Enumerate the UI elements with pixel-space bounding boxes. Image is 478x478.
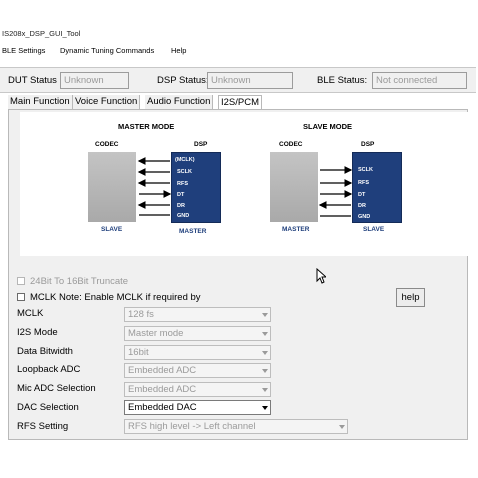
mclk-select[interactable]: 128 fs [124,307,271,322]
loopback-adc-select[interactable]: Embedded ADC [124,363,271,378]
menu-help[interactable]: Help [171,46,186,55]
master-codec-role: SLAVE [101,226,123,233]
mclk-field-label: MCLK [17,308,44,319]
truncate-label: 24Bit To 16Bit Truncate [30,276,129,287]
mouse-cursor-icon [316,268,326,284]
master-arrows [137,157,172,216]
slave-signal-sclk: SCLK [358,167,373,173]
mic-adc-label: Mic ADC Selection [17,383,96,394]
mic-adc-value: Embedded ADC [128,384,197,395]
dut-status-label: DUT Status [8,75,57,86]
slave-codec-role: MASTER [282,226,310,233]
slave-codec-block [270,152,318,222]
chevron-down-icon [339,425,345,429]
tab-main-function[interactable]: Main Function [8,95,73,109]
master-signal-rfs: RFS [177,181,188,187]
slave-arrows [318,166,353,217]
slave-dsp-label: DSP [361,141,375,148]
chevron-down-icon [262,369,268,373]
i2s-mode-select[interactable]: Master mode [124,326,271,341]
dsp-status-field: Unknown [207,72,293,89]
slave-signal-dt: DT [358,192,366,198]
master-signal-dr: DR [177,203,185,209]
truncate-option[interactable]: 24Bit To 16Bit Truncate [17,276,128,287]
mclk-select-value: 128 fs [128,309,154,320]
data-bitwidth-select[interactable]: 16bit [124,345,271,360]
master-codec-block [88,152,136,222]
slave-signal-dr: DR [358,203,366,209]
status-bar: DUT Status Unknown DSP Status: Unknown B… [0,67,476,93]
ble-status-label: BLE Status: [317,75,368,86]
chevron-down-icon [262,351,268,355]
loopback-adc-value: Embedded ADC [128,365,197,376]
mic-adc-select[interactable]: Embedded ADC [124,382,271,397]
rfs-setting-value: RFS high level -> Left channel [128,421,256,432]
chevron-down-icon [262,332,268,336]
tab-audio-function[interactable]: Audio Function [145,95,214,109]
dut-status-field: Unknown [60,72,129,89]
chevron-down-icon [262,406,268,410]
slave-mode-title: SLAVE MODE [303,122,353,131]
master-signal-dt: DT [177,192,185,198]
master-dsp-label: DSP [194,141,208,148]
slave-codec-label: CODEC [279,141,303,148]
menu-ble-settings[interactable]: BLE Settings [2,46,45,55]
data-bitwidth-label: Data Bitwidth [17,346,73,357]
slave-signal-gnd: GND [358,214,371,220]
mclk-checkbox[interactable] [17,293,25,301]
slave-dsp-block: SCLK RFS DT DR GND [352,152,402,223]
loopback-adc-label: Loopback ADC [17,364,81,375]
master-signal-mclk: (MCLK) [175,157,195,163]
i2s-mode-value: Master mode [128,328,184,339]
rfs-setting-select[interactable]: RFS high level -> Left channel [124,419,348,434]
tab-i2s-pcm[interactable]: I2S/PCM [218,95,263,110]
data-bitwidth-value: 16bit [128,347,149,358]
dac-selection-label: DAC Selection [17,402,79,413]
master-dsp-block: (MCLK) SCLK RFS DT DR GND [171,152,221,223]
dsp-status-label: DSP Status: [157,75,209,86]
menu-bar: BLE Settings Dynamic Tuning Commands Hel… [0,44,476,58]
i2s-mode-label: I2S Mode [17,327,58,338]
truncate-checkbox[interactable] [17,277,25,285]
chevron-down-icon [262,313,268,317]
ble-status-field: Not connected [372,72,467,89]
master-mode-title: MASTER MODE [118,122,175,131]
help-button[interactable]: help [396,288,425,307]
window-title: IS208x_DSP_GUI_Tool [2,29,81,38]
rfs-setting-label: RFS Setting [17,421,69,432]
slave-signal-rfs: RFS [358,180,369,186]
master-signal-gnd: GND [177,213,190,219]
slave-dsp-role: SLAVE [363,226,385,233]
mclk-label: MCLK Note: Enable MCLK if required by [30,292,201,303]
dac-selection-value: Embedded DAC [128,402,197,413]
master-dsp-role: MASTER [179,228,207,235]
chevron-down-icon [262,388,268,392]
tab-voice-function[interactable]: Voice Function [73,95,141,109]
master-signal-sclk: SCLK [177,169,192,175]
mclk-option[interactable]: MCLK Note: Enable MCLK if required by [17,292,201,303]
dac-selection-select[interactable]: Embedded DAC [124,400,271,415]
i2s-mode-diagram: MASTER MODE CODEC DSP (MCLK) SCLK RFS DT… [20,112,469,256]
menu-dynamic-tuning[interactable]: Dynamic Tuning Commands [60,46,154,55]
master-codec-label: CODEC [95,141,119,148]
